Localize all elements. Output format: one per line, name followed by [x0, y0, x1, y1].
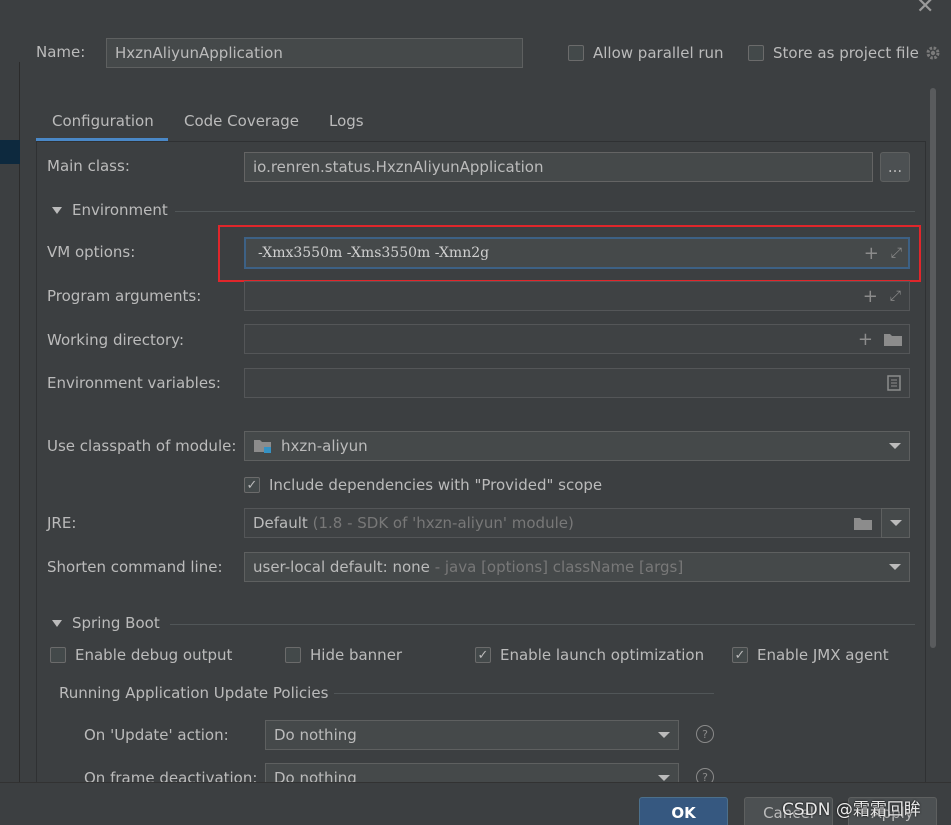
enable-jmx-agent-checkbox[interactable]: ✓ — [732, 647, 748, 663]
chevron-down-icon — [889, 520, 902, 526]
jre-dropdown-button[interactable] — [881, 508, 910, 538]
enable-debug-output-option[interactable]: Enable debug output — [50, 646, 232, 664]
spring-boot-separator — [170, 624, 915, 625]
environment-section-label: Environment — [72, 201, 168, 219]
chevron-down-icon — [889, 443, 901, 449]
jre-input[interactable]: Default (1.8 - SDK of 'hxzn-aliyun' modu… — [244, 508, 882, 538]
add-icon[interactable]: + — [864, 243, 879, 264]
vm-options-value: -Xmx3550m -Xms3550m -Xmn2g — [258, 245, 490, 261]
name-label-text: Name: — [36, 43, 86, 61]
bottom-divider — [0, 782, 951, 783]
tab-logs-label: Logs — [329, 112, 364, 130]
browse-label: ... — [887, 158, 903, 176]
tab-code-coverage-label: Code Coverage — [184, 112, 300, 130]
store-as-project-file-checkbox[interactable] — [748, 45, 764, 61]
program-arguments-input[interactable]: + ⤢ — [244, 281, 910, 311]
ok-button[interactable]: OK — [639, 797, 728, 825]
tab-code-coverage[interactable]: Code Coverage — [184, 108, 299, 142]
enable-jmx-agent-label: Enable JMX agent — [757, 646, 889, 664]
on-update-value: Do nothing — [274, 726, 357, 744]
environment-section-toggle[interactable]: Environment — [52, 201, 168, 219]
update-policies-separator — [334, 693, 714, 694]
enable-jmx-agent-option[interactable]: ✓ Enable JMX agent — [732, 646, 889, 664]
expand-icon[interactable]: ⤢ — [890, 288, 901, 304]
main-class-value: io.renren.status.HxznAliyunApplication — [253, 158, 544, 176]
enable-launch-optimization-option[interactable]: ✓ Enable launch optimization — [475, 646, 704, 664]
tab-configuration-label: Configuration — [52, 112, 154, 130]
enable-debug-output-checkbox[interactable] — [50, 647, 66, 663]
vm-options-label: VM options: — [47, 243, 136, 261]
hide-banner-label: Hide banner — [310, 646, 403, 664]
allow-parallel-run-option[interactable]: Allow parallel run — [568, 44, 724, 62]
run-config-tree-panel — [0, 62, 20, 782]
shorten-command-line-select[interactable]: user-local default: none - java [options… — [244, 552, 910, 582]
folder-icon[interactable] — [853, 516, 873, 531]
help-icon[interactable]: ? — [696, 725, 714, 743]
chevron-down-icon — [658, 775, 670, 781]
classpath-module-value: hxzn-aliyun — [281, 437, 368, 455]
program-arguments-label: Program arguments: — [47, 287, 202, 305]
jre-value: Default — [253, 514, 308, 532]
include-dependencies-option[interactable]: ✓ Include dependencies with "Provided" s… — [244, 476, 602, 494]
name-input-value: HxznAliyunApplication — [115, 44, 283, 62]
name-label: Name: — [36, 43, 85, 61]
spring-boot-section-toggle[interactable]: Spring Boot — [52, 614, 160, 632]
jre-hint: (1.8 - SDK of 'hxzn-aliyun' module) — [312, 514, 574, 532]
classpath-module-select[interactable]: hxzn-aliyun — [244, 431, 910, 461]
add-icon[interactable]: + — [858, 329, 873, 350]
shorten-value: user-local default: none — [253, 558, 430, 576]
chevron-down-icon — [658, 732, 670, 738]
working-directory-input[interactable]: + — [244, 324, 910, 354]
enable-debug-output-label: Enable debug output — [75, 646, 233, 664]
environment-variables-label: Environment variables: — [47, 374, 221, 392]
on-update-select[interactable]: Do nothing — [265, 720, 679, 750]
ok-label: OK — [671, 804, 696, 822]
tab-configuration[interactable]: Configuration — [52, 108, 154, 142]
collapse-triangle-icon — [52, 619, 62, 627]
hide-banner-option[interactable]: Hide banner — [285, 646, 402, 664]
jre-label: JRE: — [47, 514, 77, 532]
store-as-project-file-label: Store as project file — [773, 44, 919, 62]
document-icon[interactable] — [887, 375, 901, 391]
allow-parallel-run-label: Allow parallel run — [593, 44, 724, 62]
name-input[interactable]: HxznAliyunApplication — [106, 38, 523, 68]
collapse-triangle-icon — [52, 206, 62, 214]
enable-launch-optimization-checkbox[interactable]: ✓ — [475, 647, 491, 663]
shorten-command-line-label: Shorten command line: — [47, 558, 223, 576]
close-icon[interactable]: ✕ — [916, 0, 934, 18]
on-update-label: On 'Update' action: — [84, 726, 229, 744]
enable-launch-optimization-label: Enable launch optimization — [500, 646, 705, 664]
folder-icon[interactable] — [883, 332, 903, 347]
store-as-project-file-option[interactable]: Store as project file — [748, 44, 941, 62]
update-policies-label: Running Application Update Policies — [59, 684, 329, 702]
gear-icon[interactable] — [925, 45, 941, 61]
allow-parallel-run-checkbox[interactable] — [568, 45, 584, 61]
run-config-tree-selected-row[interactable] — [0, 140, 20, 164]
vm-options-input[interactable]: -Xmx3550m -Xms3550m -Xmn2g + ⤢ — [244, 237, 910, 269]
chevron-down-icon — [889, 564, 901, 570]
spring-boot-section-label: Spring Boot — [72, 614, 160, 632]
classpath-module-label: Use classpath of module: — [47, 437, 237, 455]
include-dependencies-label: Include dependencies with "Provided" sco… — [269, 476, 603, 494]
include-dependencies-checkbox[interactable]: ✓ — [244, 477, 260, 493]
working-directory-label: Working directory: — [47, 331, 185, 349]
hide-banner-checkbox[interactable] — [285, 647, 301, 663]
main-class-input[interactable]: io.renren.status.HxznAliyunApplication — [244, 152, 873, 182]
vertical-scrollbar[interactable] — [930, 88, 936, 648]
browse-main-class-button[interactable]: ... — [880, 152, 910, 182]
expand-icon[interactable]: ⤢ — [891, 245, 902, 261]
watermark-text: CSDN @霜霜回眸 — [782, 800, 921, 820]
module-folder-icon — [254, 440, 271, 453]
shorten-hint: - java [options] className [args] — [434, 558, 684, 576]
environment-variables-input[interactable] — [244, 368, 910, 398]
add-icon[interactable]: + — [863, 286, 878, 307]
environment-separator — [175, 211, 915, 212]
main-class-label: Main class: — [47, 157, 130, 175]
tab-logs[interactable]: Logs — [329, 108, 364, 142]
